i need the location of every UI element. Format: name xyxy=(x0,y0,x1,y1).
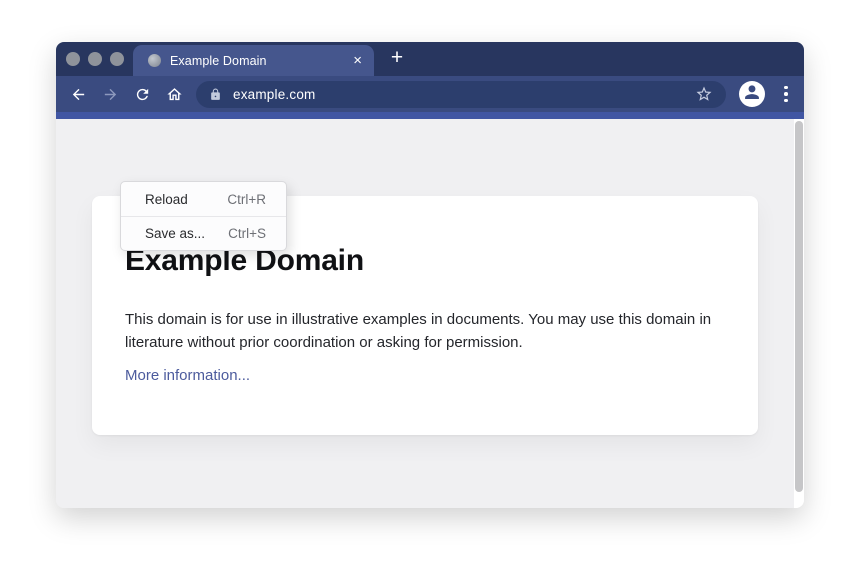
lock-icon xyxy=(209,88,222,101)
tab-title: Example Domain xyxy=(170,54,267,68)
menu-item-shortcut: Ctrl+R xyxy=(227,192,266,207)
desktop-background: Example Domain × + example.com xyxy=(0,0,860,580)
context-menu-item-reload[interactable]: Reload Ctrl+R xyxy=(121,182,286,216)
menu-item-label: Reload xyxy=(145,192,188,207)
kebab-dot xyxy=(784,99,788,103)
home-icon xyxy=(166,86,183,103)
context-menu-item-save-as[interactable]: Save as... Ctrl+S xyxy=(121,216,286,250)
window-close-button[interactable] xyxy=(66,52,80,66)
menu-item-shortcut: Ctrl+S xyxy=(228,226,266,241)
navigation-toolbar: example.com xyxy=(56,76,804,112)
back-button[interactable] xyxy=(66,82,90,106)
favicon-globe-icon xyxy=(148,54,161,67)
page-paragraph: This domain is for use in illustrative e… xyxy=(125,308,717,354)
profile-avatar-button[interactable] xyxy=(739,81,765,107)
browser-window: Example Domain × + example.com xyxy=(56,42,804,508)
window-zoom-button[interactable] xyxy=(110,52,124,66)
kebab-dot xyxy=(784,92,788,96)
home-button[interactable] xyxy=(162,82,186,106)
new-tab-button[interactable]: + xyxy=(386,45,408,71)
bookmark-star-button[interactable] xyxy=(694,84,714,104)
reload-button[interactable] xyxy=(130,82,154,106)
scrollbar-thumb[interactable] xyxy=(795,121,803,492)
back-arrow-icon xyxy=(70,86,87,103)
tab-close-icon[interactable]: × xyxy=(353,53,362,68)
forward-arrow-icon xyxy=(102,86,119,103)
bookmark-bar xyxy=(56,112,804,119)
more-information-link[interactable]: More information... xyxy=(125,367,250,384)
context-menu: Reload Ctrl+R Save as... Ctrl+S xyxy=(120,181,287,251)
browser-menu-button[interactable] xyxy=(778,82,794,106)
address-bar[interactable]: example.com xyxy=(196,81,726,108)
person-icon xyxy=(742,82,762,107)
kebab-dot xyxy=(784,86,788,90)
reload-icon xyxy=(134,86,151,103)
window-controls xyxy=(66,52,124,66)
browser-tab[interactable]: Example Domain × xyxy=(133,45,374,76)
menu-item-label: Save as... xyxy=(145,226,205,241)
titlebar: Example Domain × + xyxy=(56,42,804,76)
page-viewport: Example Domain This domain is for use in… xyxy=(56,119,804,508)
window-minimize-button[interactable] xyxy=(88,52,102,66)
scrollbar-track[interactable] xyxy=(794,119,804,508)
forward-button[interactable] xyxy=(98,82,122,106)
url-text: example.com xyxy=(233,87,315,102)
